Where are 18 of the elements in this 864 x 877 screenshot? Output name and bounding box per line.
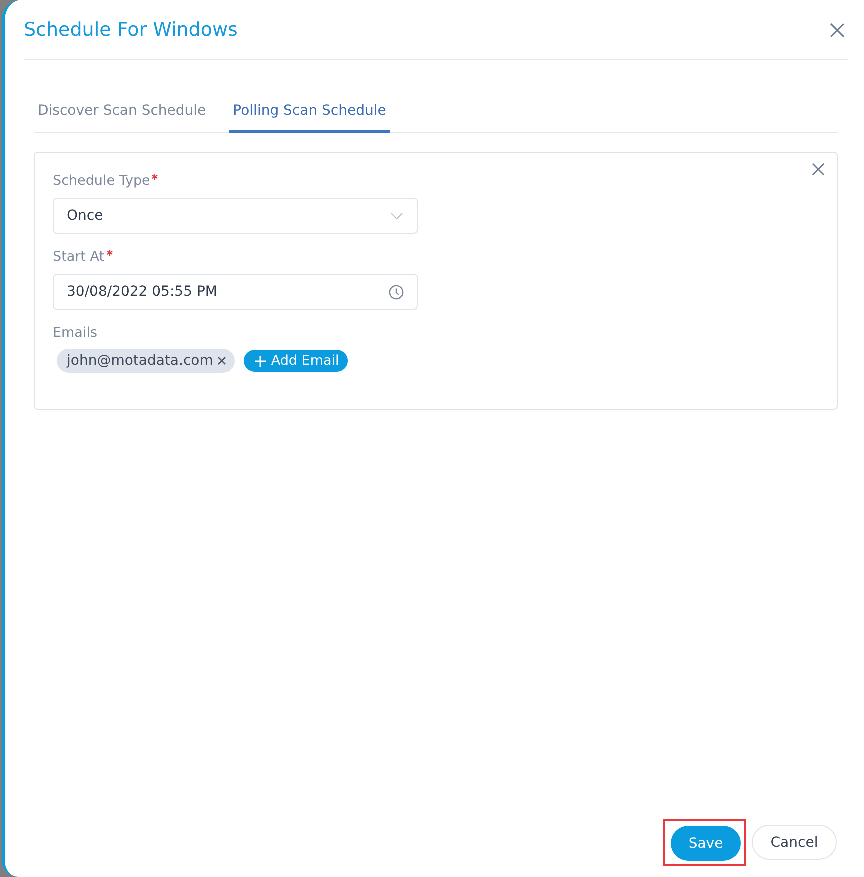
field-label: Start At: [53, 248, 105, 267]
schedule-type-select[interactable]: Once: [53, 198, 418, 234]
plus-icon: [255, 356, 266, 366]
dialog-title: Schedule For Windows: [24, 18, 238, 42]
close-icon[interactable]: [830, 23, 845, 38]
email-chip-text: john@motadata.com: [67, 353, 214, 369]
close-icon[interactable]: [812, 163, 825, 176]
field-label: Emails: [53, 324, 98, 343]
date-time-field[interactable]: 30/08/2022 05:55 PM: [53, 274, 418, 310]
save-button[interactable]: Save: [671, 826, 741, 861]
clock-icon[interactable]: [389, 284, 404, 300]
cancel-button[interactable]: Cancel: [752, 825, 837, 860]
chevron-down-icon: [391, 212, 403, 220]
tab[interactable]: Polling Scan Schedule: [229, 95, 390, 133]
add-email-button[interactable]: Add Email: [244, 350, 348, 372]
field-label: Schedule Type: [53, 172, 150, 191]
tab[interactable]: Discover Scan Schedule: [34, 95, 210, 133]
remove-icon[interactable]: [218, 357, 226, 365]
